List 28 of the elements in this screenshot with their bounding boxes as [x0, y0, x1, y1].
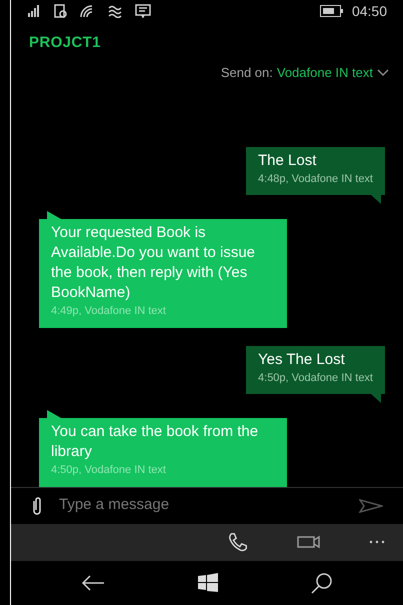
- conversation-title: PROJCT1: [28, 32, 102, 53]
- message-text: You can take the book from the library: [51, 422, 260, 462]
- sim-icon: [53, 4, 67, 18]
- message-notification-icon: [135, 4, 151, 18]
- send-on-dropdown[interactable]: Vodafone IN text: [276, 63, 389, 83]
- video-camera-icon[interactable]: [297, 535, 321, 550]
- chevron-down-icon: [377, 68, 389, 77]
- message-meta: 4:50p, Vodafone IN text: [258, 370, 373, 386]
- message-text: Yes The Lost: [258, 350, 346, 370]
- send-icon[interactable]: [359, 498, 383, 513]
- more-options-icon[interactable]: [369, 540, 385, 544]
- status-time: 04:50: [352, 2, 387, 21]
- message-meta: 4:48p, Vodafone IN text: [258, 172, 373, 187]
- phone-icon[interactable]: [227, 531, 249, 554]
- message-text: The Lost: [258, 150, 318, 171]
- send-on-label: Send on:: [220, 64, 273, 82]
- wifi-icon: [79, 4, 95, 18]
- waves-icon: [107, 4, 123, 18]
- search-icon[interactable]: [310, 572, 333, 594]
- message-input-field[interactable]: Type a message: [59, 494, 343, 517]
- message-meta: 4:50p, Vodafone IN text: [51, 463, 167, 478]
- windows-logo-icon[interactable]: [198, 573, 218, 593]
- signal-icon: [27, 5, 41, 18]
- attachment-icon[interactable]: [31, 496, 43, 516]
- back-icon[interactable]: [81, 575, 106, 591]
- battery-icon: [320, 5, 344, 18]
- message-text: Your requested Book is Available.Do you want to issue the book, then reply with (Yes BookName): [51, 223, 256, 304]
- message-meta: 4:49p, Vodafone IN text: [51, 304, 167, 320]
